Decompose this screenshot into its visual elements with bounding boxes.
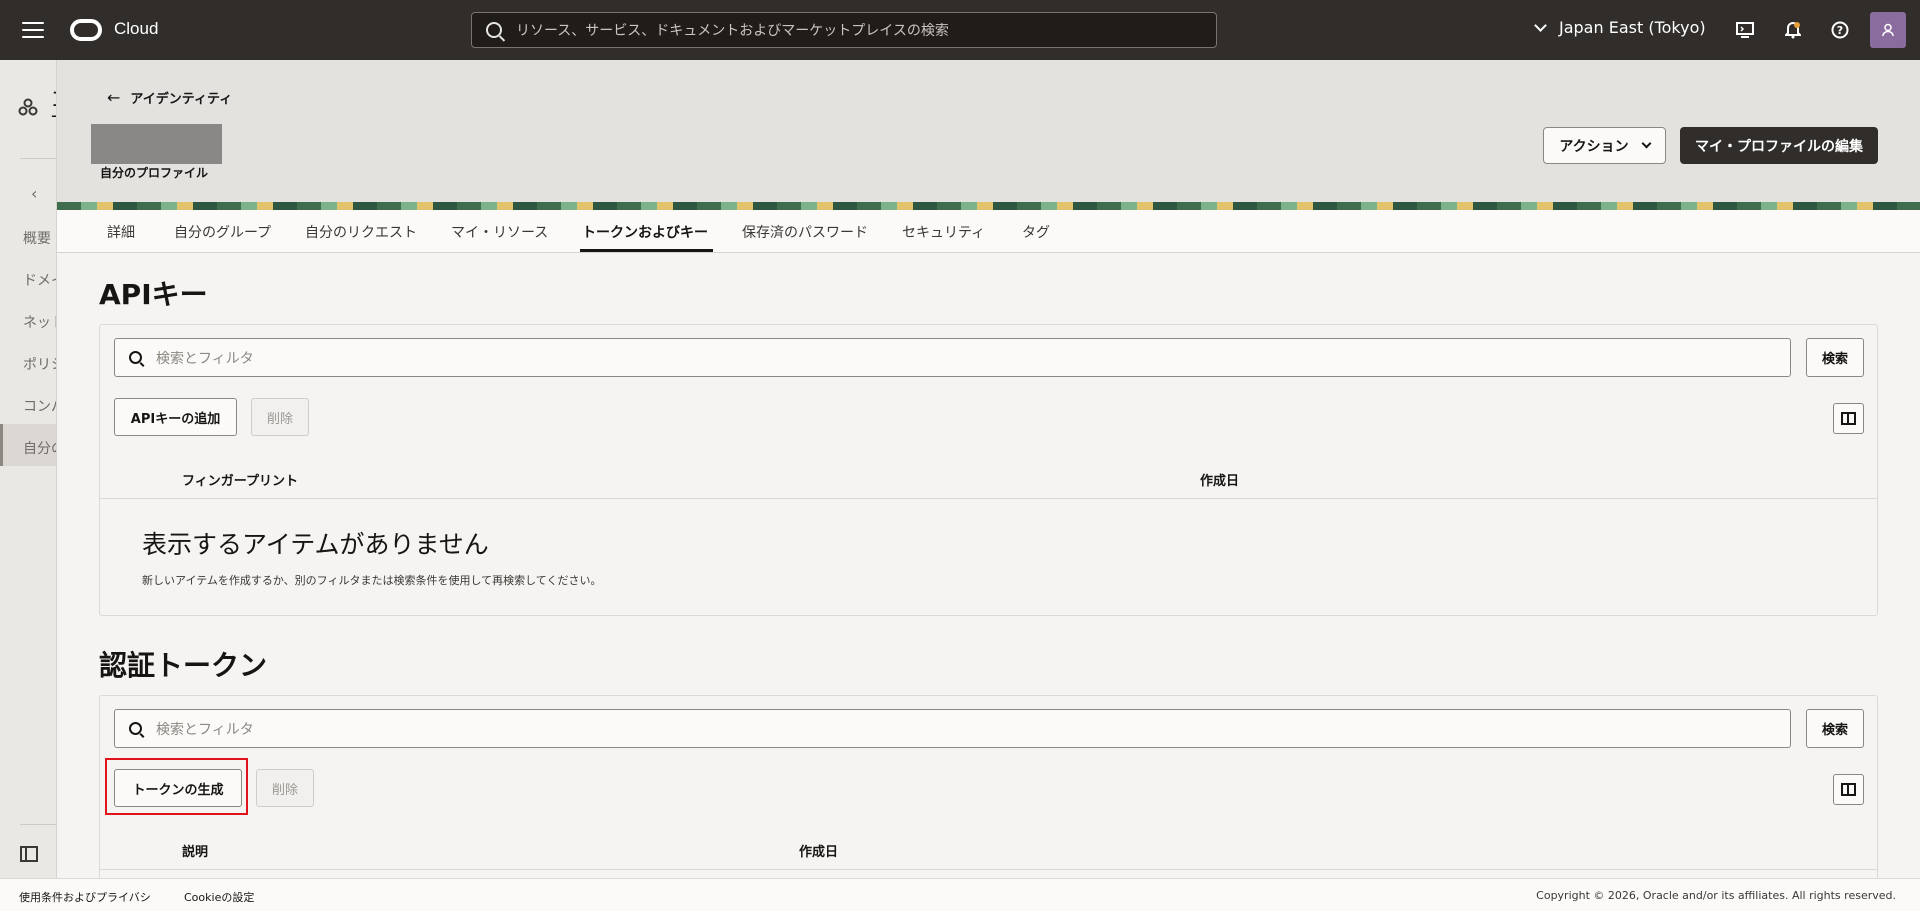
table-header-divider [100,498,1877,499]
column-header-description[interactable]: 説明 [182,841,208,860]
cookie-settings-link[interactable]: Cookieの設定 [184,889,254,905]
add-api-key-button[interactable]: APIキーの追加 [114,398,237,436]
back-link[interactable]: ← アイデンティティ [107,88,232,107]
back-link-label: アイデンティティ [130,92,233,107]
svg-text:?: ? [1837,24,1843,37]
region-label: Japan East (Tokyo) [1559,18,1706,37]
chevron-down-icon [1534,18,1547,32]
highlight-box [105,758,248,815]
table-header-divider [100,869,1877,870]
top-bar: Cloud リソース、サービス、ドキュメントおよびマーケットプレイスの検索 Ja… [0,0,1920,60]
tab-my-groups[interactable]: 自分のグループ [174,222,271,242]
api-keys-panel: 検索とフィルタ 検索 APIキーの追加 削除 フィンガープリント 作成日 表示す… [99,324,1878,616]
column-header-created[interactable]: 作成日 [1200,470,1239,489]
chevron-down-icon [1641,138,1652,149]
page-title: 自分のプロファイル [100,166,209,180]
tab-security[interactable]: セキュリティ [902,222,985,242]
notifications-bell-icon[interactable] [1781,18,1805,42]
search-icon [129,722,142,735]
search-icon [486,22,502,38]
edit-profile-button[interactable]: マイ・プロファイルの編集 [1680,127,1878,164]
tab-my-resources[interactable]: マイ・リソース [451,222,548,242]
rail-item-overview[interactable]: 概要 [23,228,51,248]
column-header-fingerprint[interactable]: フィンガープリント [182,470,298,489]
footer: 使用条件およびプライバシ Cookieの設定 Copyright © 2026,… [0,878,1920,911]
rail-title-line2: + [50,106,56,127]
tab-bar: 詳細 自分のグループ 自分のリクエスト マイ・リソース トークンおよびキー 保存… [57,210,1920,253]
search-placeholder: リソース、サービス、ドキュメントおよびマーケットプレイスの検索 [516,23,949,39]
oracle-logo-icon[interactable] [70,19,102,41]
rail-divider [20,158,56,159]
auth-tokens-filter-input[interactable]: 検索とフィルタ [114,709,1791,748]
actions-dropdown-button[interactable]: アクション [1543,127,1666,164]
tab-saved-passwords[interactable]: 保存済のパスワード [742,222,868,242]
decorative-banner [57,202,1920,210]
filter-placeholder: 検索とフィルタ [156,350,254,367]
terms-privacy-link[interactable]: 使用条件およびプライバシ [19,889,151,905]
column-settings-button[interactable] [1833,403,1864,434]
api-keys-search-button[interactable]: 検索 [1806,338,1864,377]
brand-name[interactable]: Cloud [114,19,158,39]
tab-tokens-and-keys[interactable]: トークンおよびキー [582,222,708,242]
rail-item-network[interactable]: ネット [23,312,56,332]
profile-image-placeholder [91,124,222,164]
rail-divider-bottom [20,824,56,825]
column-header-created[interactable]: 作成日 [799,841,838,860]
tab-my-requests[interactable]: 自分のリクエスト [305,222,417,242]
collapse-panel-icon[interactable] [20,846,38,862]
tab-details[interactable]: 詳細 [107,222,135,242]
menu-icon[interactable] [22,22,44,38]
cloud-shell-icon[interactable] [1733,18,1757,42]
columns-icon [1841,783,1856,796]
column-settings-button[interactable] [1833,774,1864,805]
tab-tags[interactable]: タグ [1022,222,1050,242]
region-selector[interactable]: Japan East (Tokyo) [1534,18,1706,37]
auth-tokens-delete-button[interactable]: 削除 [256,769,314,807]
api-keys-delete-button[interactable]: 削除 [251,398,309,436]
actions-label: アクション [1559,138,1629,155]
left-navigation-rail: コ + ‹ 概要 ドメイ ネット ポリシ コンパ 自分の [0,60,57,878]
arrow-left-icon: ← [107,88,121,107]
api-keys-filter-input[interactable]: 検索とフィルタ [114,338,1791,377]
rail-item-policies[interactable]: ポリシ [23,354,56,374]
identity-icon [18,98,38,120]
search-icon [129,351,142,364]
auth-tokens-search-button[interactable]: 検索 [1806,709,1864,748]
auth-tokens-heading: 認証トークン [99,649,268,682]
global-search-input[interactable]: リソース、サービス、ドキュメントおよびマーケットプレイスの検索 [471,12,1217,48]
help-icon[interactable]: ? [1828,18,1852,42]
empty-state-description: 新しいアイテムを作成するか、別のフィルタまたは検索条件を使用して再検索してくださ… [142,574,602,587]
rail-collapse-chevron-icon[interactable]: ‹ [31,184,37,203]
api-keys-heading: APIキー [99,278,208,311]
copyright-text: Copyright © 2026, Oracle and/or its affi… [1536,889,1896,902]
rail-item-compartments[interactable]: コンパ [23,396,56,416]
auth-tokens-panel: 検索とフィルタ 検索 トークンの生成 削除 説明 作成日 [99,695,1878,895]
empty-state-title: 表示するアイテムがありません [142,530,489,559]
active-tab-indicator [580,249,713,252]
rail-item-my-profile[interactable]: 自分の [23,438,56,458]
user-avatar[interactable] [1870,12,1906,48]
columns-icon [1841,412,1856,425]
rail-item-domains[interactable]: ドメイ [23,270,56,290]
filter-placeholder: 検索とフィルタ [156,721,254,738]
